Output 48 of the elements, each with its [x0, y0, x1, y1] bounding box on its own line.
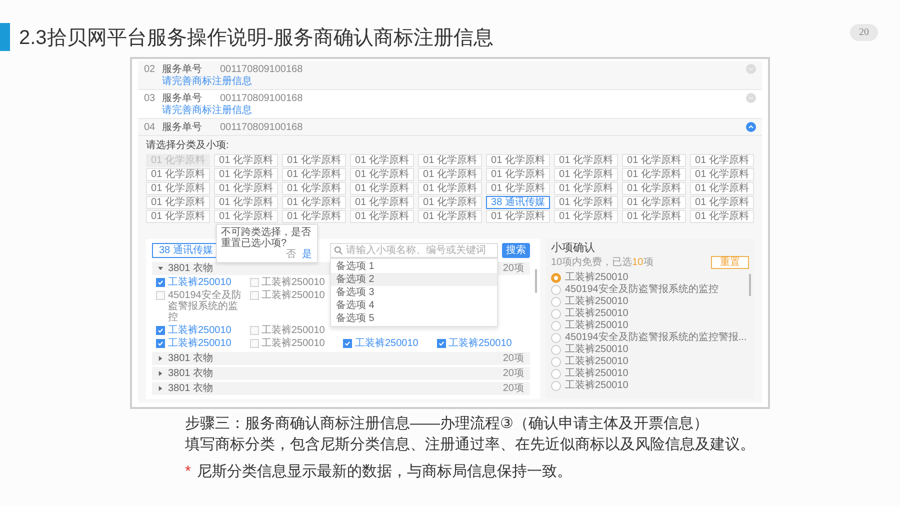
- field-label: 服务单号: [162, 122, 202, 133]
- group-name: 3801 衣物: [168, 368, 214, 379]
- subitem-label: 450194安全及防盗警报系统的监控: [168, 290, 242, 323]
- item-count: 20项: [502, 383, 524, 394]
- page-number: 20: [850, 24, 878, 41]
- item-label: 450194安全及防盗警报系统的监控: [565, 284, 718, 295]
- asterisk-mark: *: [185, 462, 191, 481]
- subitem-label: 工装裤250010: [262, 290, 325, 301]
- note-text: 尼斯分类信息显示最新的数据，与商标局信息保持一致。: [196, 462, 572, 481]
- subitem-label: 工装裤250010: [168, 277, 232, 288]
- item-label: 工装裤250010: [565, 368, 628, 379]
- step-heading: 步骤三：服务商确认商标注册信息——办理流程③（确认申请主体及开票信息）: [185, 414, 710, 433]
- service-number: 001170809100168: [220, 93, 303, 104]
- subitem-label: 工装裤250010: [168, 325, 232, 336]
- group-name: 3801 衣物: [168, 353, 214, 364]
- subitem-label: 工装裤250010: [168, 338, 232, 349]
- subitem-label: 工装裤250010: [262, 277, 325, 288]
- description-text: 填写商标分类，包含尼斯分类信息、注册通过率、在先近似商标以及风险信息及建议。: [185, 435, 756, 454]
- row-index: 02: [144, 64, 156, 75]
- field-label: 服务单号: [162, 93, 202, 104]
- row-index: 03: [144, 93, 156, 104]
- subitem-label: 工装裤250010: [262, 338, 325, 349]
- item-count: 20项: [502, 368, 524, 379]
- subitem-label: 工装裤250010: [448, 338, 512, 349]
- popover-message: 不可跨类选择，是否重置已选小项?: [221, 227, 312, 249]
- selection-note: 10项内免费，已选: [551, 257, 632, 268]
- item-label: 工装裤250010: [565, 380, 628, 391]
- panel-title: 小项确认: [551, 242, 596, 255]
- item-label: 工装裤250010: [565, 344, 628, 355]
- service-number: 001170809100168: [220, 122, 303, 133]
- count-unit: 项: [643, 257, 654, 268]
- selected-count: 10: [632, 257, 644, 268]
- field-label: 服务单号: [162, 64, 202, 75]
- item-count: 20项: [502, 263, 524, 274]
- group-name: 3801 衣物: [168, 263, 214, 274]
- subitem-label: 工装裤250010: [355, 338, 418, 349]
- item-label: 工装裤250010: [565, 272, 628, 283]
- subitem-label: 工装裤250010: [262, 325, 325, 336]
- service-number: 001170809100168: [220, 64, 303, 75]
- group-name: 3801 衣物: [168, 383, 214, 394]
- slide-title: 2.3拾贝网平台服务操作说明-服务商确认商标注册信息: [19, 26, 494, 50]
- section-label: 请选择分类及小项:: [146, 140, 230, 151]
- item-label: 工装裤250010: [565, 308, 628, 319]
- item-label: 工装裤250010: [565, 296, 628, 307]
- item-label: 工装裤250010: [565, 356, 628, 367]
- row-index: 04: [144, 122, 156, 133]
- item-label: 工装裤250010: [565, 320, 628, 331]
- item-count: 20项: [502, 353, 524, 364]
